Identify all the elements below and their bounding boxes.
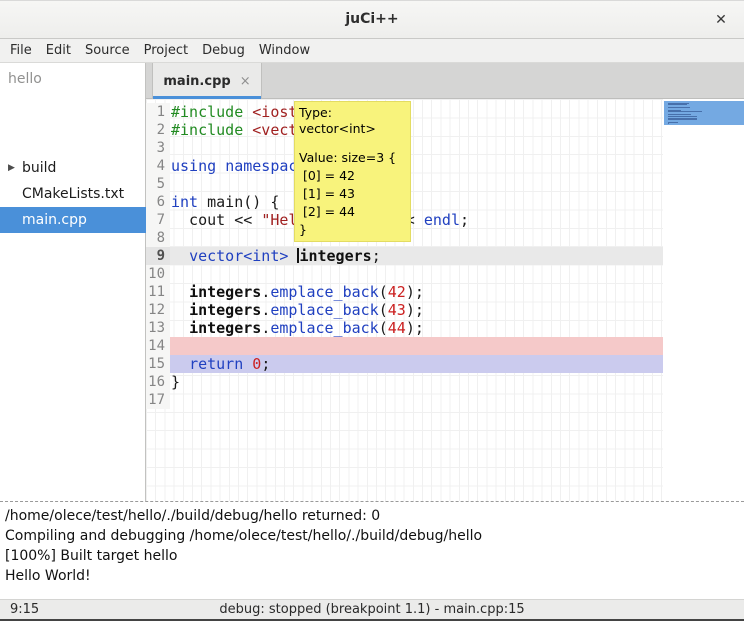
code-line-13[interactable]: 13 integers.emplace_back(44); — [146, 319, 663, 337]
code-line-12[interactable]: 12 integers.emplace_back(43); — [146, 301, 663, 319]
minimap-slider[interactable] — [664, 101, 744, 125]
terminal-output-panel[interactable]: /home/olece/test/hello/./build/debug/hel… — [0, 501, 744, 599]
line-number[interactable]: 11 — [146, 283, 170, 301]
menu-window[interactable]: Window — [252, 40, 317, 61]
tooltip-value-line: [1] = 43 — [299, 185, 406, 203]
tab-close-icon[interactable]: × — [240, 74, 251, 89]
line-number[interactable]: 17 — [146, 391, 170, 409]
expander-arrow-icon[interactable]: ▶ — [8, 163, 15, 173]
sidebar-item-build[interactable]: ▶ build — [0, 155, 146, 181]
sidebar-item-cmakelists[interactable]: CMakeLists.txt — [0, 181, 146, 207]
editor-column: main.cpp × 1#include <iostream>2#include… — [146, 63, 744, 501]
line-number[interactable]: 10 — [146, 265, 170, 283]
debug-status-label: debug: stopped (breakpoint 1.1) - main.c… — [0, 602, 744, 617]
sidebar-item-label: CMakeLists.txt — [22, 186, 124, 202]
file-tree-sidebar: hello ▶ build CMakeLists.txt main.cpp — [0, 63, 146, 501]
status-bar: 9:15 debug: stopped (breakpoint 1.1) - m… — [0, 599, 744, 619]
menu-debug[interactable]: Debug — [195, 40, 252, 61]
code-line-11[interactable]: 11 integers.emplace_back(42); — [146, 283, 663, 301]
sidebar-item-label: build — [22, 160, 56, 176]
close-icon[interactable]: ✕ — [711, 10, 731, 30]
tooltip-value-line: [0] = 42 — [299, 167, 406, 185]
line-number[interactable]: 12 — [146, 301, 170, 319]
code-line-14[interactable]: 14 — [146, 337, 663, 355]
terminal-line: /home/olece/test/hello/./build/debug/hel… — [5, 506, 744, 526]
tab-bar: main.cpp × — [146, 63, 744, 99]
terminal-line: Compiling and debugging /home/olece/test… — [5, 526, 744, 546]
terminal-line: [100%] Built target hello — [5, 546, 744, 566]
line-number[interactable]: 2 — [146, 121, 170, 139]
menu-bar: File Edit Source Project Debug Window — [0, 39, 744, 63]
line-number[interactable]: 13 — [146, 319, 170, 337]
code-line-9[interactable]: 9 vector<int> integers; — [146, 247, 663, 265]
code-line-15[interactable]: 15 return 0; — [146, 355, 663, 373]
window-title: juCi++ — [0, 11, 744, 27]
line-number[interactable]: 9 — [146, 247, 170, 265]
line-number[interactable]: 6 — [146, 193, 170, 211]
menu-source[interactable]: Source — [78, 40, 137, 61]
line-number[interactable]: 8 — [146, 229, 170, 247]
line-number[interactable]: 4 — [146, 157, 170, 175]
tab-label: main.cpp — [163, 74, 230, 89]
tooltip-type-line: Type: vector<int> — [299, 105, 406, 123]
terminal-line: Hello World! — [5, 566, 744, 586]
menu-project[interactable]: Project — [137, 40, 195, 61]
code-line-17[interactable]: 17 — [146, 391, 663, 409]
line-number[interactable]: 3 — [146, 139, 170, 157]
sidebar-item-label: main.cpp — [22, 212, 87, 228]
tooltip-value-line: } — [299, 221, 406, 239]
line-number[interactable]: 14 — [146, 337, 170, 355]
minimap[interactable] — [664, 99, 744, 501]
juci-window: juCi++ ✕ File Edit Source Project Debug … — [0, 0, 744, 621]
tooltip-value-line: [2] = 44 — [299, 203, 406, 221]
project-name-label: hello — [8, 71, 42, 87]
line-number[interactable]: 1 — [146, 103, 170, 121]
menu-file[interactable]: File — [3, 40, 39, 61]
tooltip-value-line: Value: size=3 { — [299, 149, 406, 167]
tab-main-cpp[interactable]: main.cpp × — [152, 63, 262, 99]
line-number[interactable]: 16 — [146, 373, 170, 391]
title-bar: juCi++ ✕ — [0, 1, 744, 39]
line-number[interactable]: 5 — [146, 175, 170, 193]
menu-edit[interactable]: Edit — [39, 40, 78, 61]
code-line-16[interactable]: 16} — [146, 373, 663, 391]
code-line-10[interactable]: 10 — [146, 265, 663, 283]
sidebar-item-main-cpp[interactable]: main.cpp — [0, 207, 146, 233]
line-number[interactable]: 7 — [146, 211, 170, 229]
debug-value-tooltip: Type: vector<int> Value: size=3 { [0] = … — [294, 101, 411, 242]
line-number[interactable]: 15 — [146, 355, 170, 373]
